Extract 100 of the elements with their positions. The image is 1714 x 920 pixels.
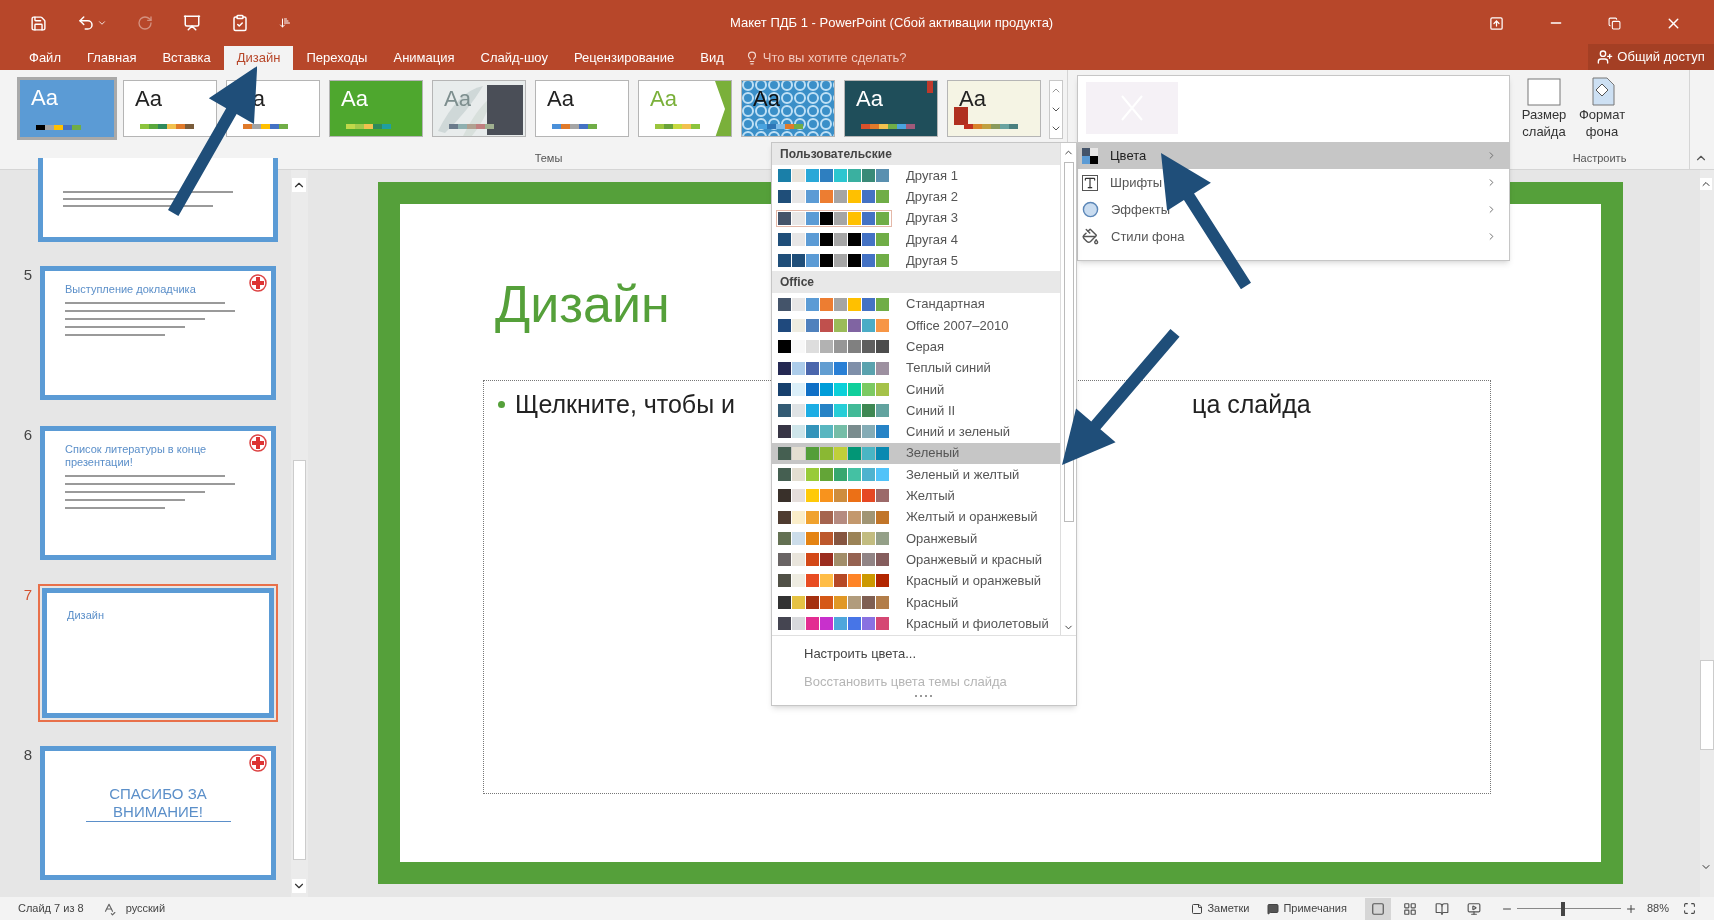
color-scheme-item[interactable]: Теплый синий: [772, 357, 1060, 379]
theme-sample: Aa: [547, 85, 574, 113]
flag-mark: [954, 107, 968, 125]
color-scheme-item[interactable]: Другая 1: [772, 165, 1060, 187]
slideshow-icon: [1466, 901, 1481, 916]
scrollbar[interactable]: [1700, 170, 1714, 897]
menu-item[interactable]: Эффекты: [1078, 196, 1509, 223]
format-background-button[interactable]: Формат фона: [1576, 76, 1628, 148]
color-scheme-item[interactable]: Синий: [772, 378, 1060, 400]
color-scheme-item[interactable]: Другая 3: [772, 207, 1060, 229]
color-scheme-item[interactable]: Красный и фиолетовый: [772, 612, 1060, 635]
color-scheme-item[interactable]: Синий и зеленый: [772, 421, 1060, 443]
slider-thumb[interactable]: [1560, 901, 1565, 916]
scroll-up-icon[interactable]: [292, 178, 307, 192]
ribbon-tab[interactable]: Главная: [73, 46, 150, 70]
slide-thumbnail[interactable]: Дизайн: [38, 584, 278, 722]
scroll-down-icon[interactable]: [292, 879, 307, 893]
theme-sample: Aa: [444, 85, 471, 113]
undo-icon[interactable]: [77, 14, 95, 32]
color-scheme-item[interactable]: Office 2007–2010: [772, 314, 1060, 337]
caret-icon[interactable]: [97, 18, 107, 28]
section-heading: Office: [772, 271, 1060, 294]
group-label: Настроить: [1572, 151, 1627, 166]
body-text[interactable]: Щелкните, чтобы и: [515, 387, 736, 421]
slide-thumbnail-title: Выступление докладчика: [65, 283, 197, 296]
color-scheme-item[interactable]: Стандартная: [772, 293, 1060, 315]
ribbon-tab[interactable]: Вставка: [149, 46, 224, 70]
menu-item[interactable]: Стили фона: [1078, 223, 1509, 250]
comment-icon: [1267, 902, 1280, 915]
color-scheme-item[interactable]: Зеленый и желтый: [772, 463, 1060, 486]
menu-action[interactable]: Настроить цвета...: [804, 644, 1076, 664]
ribbon-tab[interactable]: Слайд-шоу: [467, 46, 561, 70]
color-scheme-item[interactable]: Другая 5: [772, 250, 1060, 272]
color-scheme-item[interactable]: Другая 4: [772, 228, 1060, 251]
body-text[interactable]: ца слайда: [1192, 387, 1311, 421]
grid-view-icon: [1402, 901, 1417, 916]
tell-me-field[interactable]: Что вы хотите сделать?: [762, 48, 943, 68]
person-icon: [1597, 49, 1614, 65]
view-button[interactable]: [1364, 897, 1391, 920]
ribbon-tab[interactable]: Переходы: [293, 46, 381, 70]
slide-number: 6: [22, 425, 32, 445]
color-scheme-item[interactable]: Оранжевый и красный: [772, 549, 1060, 571]
language-label[interactable]: русский: [125, 900, 166, 917]
zoom-slider[interactable]: [1516, 901, 1621, 916]
theme-sample: Aa: [959, 85, 986, 113]
slide-number: 8: [22, 745, 32, 765]
zoom-percent[interactable]: 88%: [1646, 900, 1669, 917]
section-heading: Пользовательские: [772, 143, 1060, 165]
ribbon-tab[interactable]: Рецензирование: [560, 46, 688, 70]
theme-sample: Aa: [135, 85, 162, 113]
slide-thumbnail-title: Список литературы в конце презентации!: [65, 443, 208, 469]
color-scheme-item[interactable]: Другая 2: [772, 186, 1060, 208]
group-label: Темы: [533, 151, 563, 166]
restore-icon[interactable]: [1608, 16, 1621, 30]
share-button[interactable]: Общий доступ: [1588, 44, 1714, 70]
scroll-thumb[interactable]: [292, 460, 306, 860]
resize-grip-icon[interactable]: [915, 695, 933, 698]
notes-button[interactable]: Заметки: [1191, 900, 1250, 917]
theme-sample: Aa: [341, 85, 368, 113]
effects-icon: [1082, 201, 1099, 218]
color-scheme-item[interactable]: Желтый и оранжевый: [772, 506, 1060, 528]
color-scheme-item[interactable]: Желтый: [772, 485, 1060, 507]
ribbon-tab[interactable]: Дизайн: [223, 46, 294, 70]
color-scheme-item[interactable]: Оранжевый: [772, 527, 1060, 550]
scroll-thumb[interactable]: [1063, 162, 1074, 522]
comments-button[interactable]: Примечания: [1267, 900, 1347, 917]
theme-thumbnail[interactable]: Aa: [947, 80, 1041, 137]
scrollbar[interactable]: [290, 170, 308, 897]
menu-item[interactable]: Цвета: [1078, 142, 1509, 169]
slide-number: 5: [22, 265, 32, 285]
scrollbar[interactable]: [1060, 143, 1076, 635]
corner-mark: [927, 81, 933, 93]
slide-thumbnail-title: СПАСИБО ЗА ВНИМАНИЕ!: [85, 785, 231, 822]
theme-thumbnail[interactable]: Aa: [844, 80, 938, 137]
clipboard-icon[interactable]: [231, 14, 249, 32]
color-scheme-icon: [1082, 147, 1098, 164]
theme-sample: Aa: [650, 85, 677, 113]
color-scheme-item[interactable]: Синий II: [772, 399, 1060, 422]
ribbon-tab[interactable]: Вид: [687, 46, 737, 70]
slide-size-button[interactable]: Размер слайда: [1518, 76, 1570, 148]
theme-thumbnail[interactable]: Aa: [123, 80, 217, 137]
theme-thumbnail[interactable]: Aa: [535, 80, 629, 137]
color-scheme-item[interactable]: Красный: [772, 591, 1060, 613]
color-scheme-item[interactable]: Зеленый: [772, 442, 1060, 464]
color-scheme-item[interactable]: Серая: [772, 336, 1060, 358]
presentation-icon[interactable]: [183, 14, 201, 32]
slide-thumbnail[interactable]: Список литературы в конце презентации!: [38, 424, 278, 562]
ribbon-tab[interactable]: Анимация: [380, 46, 468, 70]
zoom-in-icon[interactable]: [1624, 902, 1637, 915]
ribbon-tab[interactable]: Файл: [16, 46, 74, 70]
scroll-thumb[interactable]: [1700, 660, 1714, 750]
menu-item[interactable]: Шрифты: [1078, 169, 1509, 196]
ribbon-options-icon[interactable]: [1489, 15, 1504, 31]
fit-slide-icon[interactable]: [1683, 902, 1696, 915]
color-scheme-item[interactable]: Красный и оранжевый: [772, 570, 1060, 592]
slide-thumbnail[interactable]: Выступление докладчика: [38, 264, 278, 402]
reading-view-icon: [1434, 901, 1449, 916]
normal-view-icon: [1370, 901, 1385, 916]
save-icon[interactable]: [30, 14, 47, 32]
slide-thumbnail[interactable]: [38, 158, 278, 242]
